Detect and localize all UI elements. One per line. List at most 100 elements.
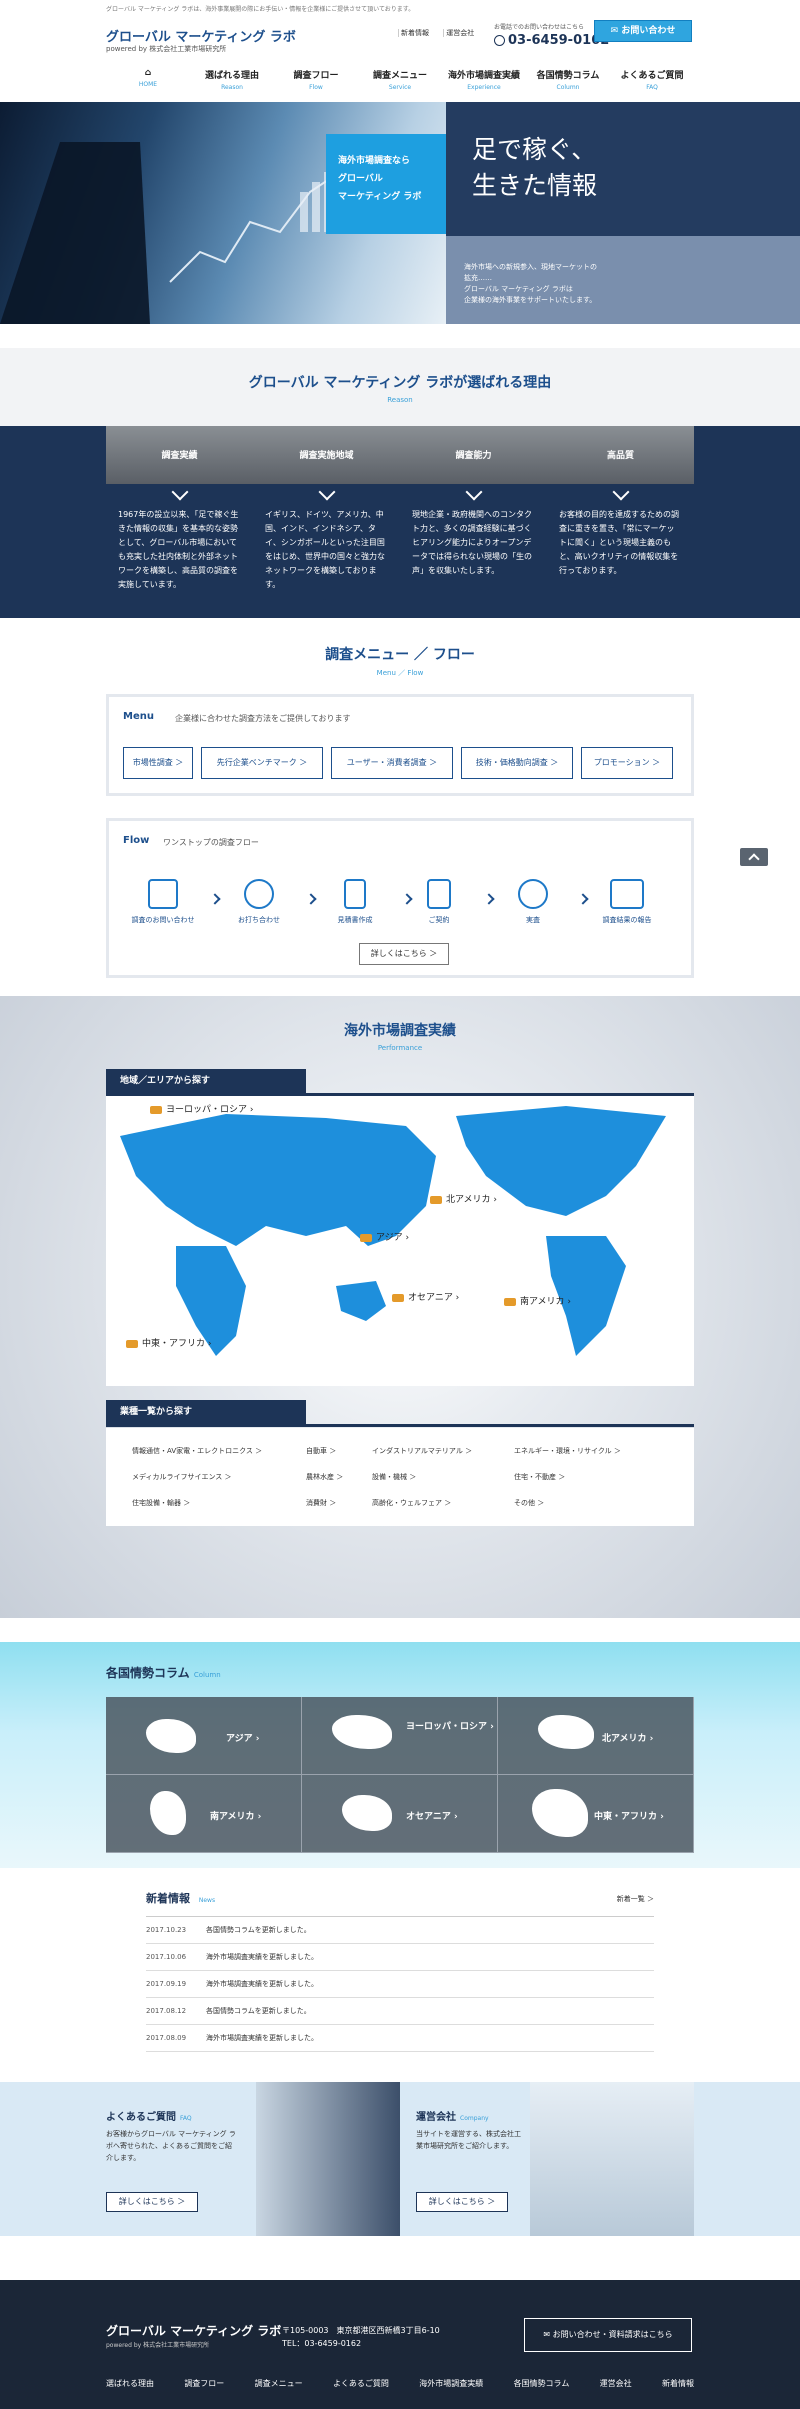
column-cell-asia[interactable]: アジア › xyxy=(106,1697,302,1775)
footer-nav-item[interactable]: よくあるご質問 xyxy=(333,2378,389,2389)
menu-item-promotion[interactable]: プロモーション ＞ xyxy=(581,747,673,779)
industry-item[interactable]: 高齢化・ウェルフェア ＞ xyxy=(372,1498,451,1508)
section-subtitle: Reason xyxy=(387,396,413,404)
menu-item-user[interactable]: ユーザー・消費者調査 ＞ xyxy=(331,747,453,779)
region-north-america[interactable]: 北アメリカ › xyxy=(430,1192,497,1205)
company-title: 運営会社 Company xyxy=(416,2108,489,2123)
news-date: 2017.08.09 xyxy=(146,2034,187,2042)
faq-detail-button[interactable]: 詳しくはこちら ＞ xyxy=(106,2192,198,2212)
nav-reason[interactable]: 選ばれる理由 Reason xyxy=(190,66,274,102)
footer-logo[interactable]: グローバル マーケティング ラボ xyxy=(106,2322,281,2339)
footer-nav-item[interactable]: 選ばれる理由 xyxy=(106,2378,154,2389)
industry-item[interactable]: 情報通信・AV家電・エレクトロニクス ＞ xyxy=(132,1446,262,1456)
nav-home[interactable]: ⌂ HOME xyxy=(106,66,190,102)
news-date: 2017.08.12 xyxy=(146,2007,187,2015)
region-south-america[interactable]: 南アメリカ › xyxy=(504,1294,571,1307)
footer-nav-item[interactable]: 運営会社 xyxy=(600,2378,632,2389)
reason-card: 高品質 お客様の目的を達成するための調査に重きを置き、「常にマーケットに聞く」と… xyxy=(547,426,694,618)
region-oceania[interactable]: オセアニア › xyxy=(392,1290,459,1303)
company-detail-button[interactable]: 詳しくはこちら ＞ xyxy=(416,2192,508,2212)
news-row[interactable]: 2017.10.06 海外市場調査実績を更新しました。 xyxy=(146,1944,654,1971)
industry-item[interactable]: メディカルライフサイエンス ＞ xyxy=(132,1472,232,1482)
news-row[interactable]: 2017.08.09 海外市場調査実績を更新しました。 xyxy=(146,2025,654,2052)
industry-item[interactable]: 設備・機械 ＞ xyxy=(372,1472,416,1482)
reason-card: 調査実績 1967年の設立以来、「足で稼ぐ生きた情報の収集」を基本的な姿勢として… xyxy=(106,426,253,618)
hero-badge-line: グローバル xyxy=(338,174,383,184)
column-cell-label: 南アメリカ › xyxy=(210,1812,262,1822)
news-more-link[interactable]: 新着一覧 ＞ xyxy=(617,1894,654,1904)
contact-button[interactable]: ✉ お問い合わせ xyxy=(594,20,692,42)
footer-logo-sub: powered by 株式会社工業市場研究所 xyxy=(106,2342,210,2349)
tel-note: お電話でのお問い合わせはこちら xyxy=(494,24,585,31)
industry-item[interactable]: 住宅・不動産 ＞ xyxy=(514,1472,565,1482)
reason-card: 調査実施地域 イギリス、ドイツ、アメリカ、中国、インド、インドネシア、タイ、シン… xyxy=(253,426,400,618)
industry-item[interactable]: その他 ＞ xyxy=(514,1498,544,1508)
industry-item[interactable]: 自動車 ＞ xyxy=(306,1446,336,1456)
hero-text-line: グローバル マーケティング ラボは xyxy=(464,285,573,293)
flow-step: 調査のお問い合わせ xyxy=(123,879,203,925)
menu-item-market[interactable]: 市場性調査 ＞ xyxy=(123,747,193,779)
nav-service[interactable]: 調査メニュー Service xyxy=(358,66,442,102)
column-cell-south-america[interactable]: 南アメリカ › xyxy=(106,1775,302,1853)
section-title: 調査メニュー ／ フロー xyxy=(325,647,475,663)
reason-card-head: 調査実施地域 xyxy=(253,426,400,484)
column-cell-middle-east-africa[interactable]: 中東・アフリカ › xyxy=(498,1775,694,1853)
footer-nav-item[interactable]: 海外市場調査実績 xyxy=(419,2378,483,2389)
news-text: 海外市場調査実績を更新しました。 xyxy=(206,1953,318,1961)
industry-item[interactable]: 住宅設備・輸器 ＞ xyxy=(132,1498,190,1508)
nav-experience[interactable]: 海外市場調査実績 Experience xyxy=(442,66,526,102)
flag-icon xyxy=(504,1297,516,1306)
region-label: 北アメリカ › xyxy=(446,1195,498,1205)
column-cell-oceania[interactable]: オセアニア › xyxy=(302,1775,498,1853)
header: グローバル マーケティング ラボ powered by 株式会社工業市場研究所 … xyxy=(0,14,800,102)
footer-nav-item[interactable]: 調査フロー xyxy=(184,2378,224,2389)
nav-column[interactable]: 各国情勢コラム Column xyxy=(526,66,610,102)
footer-nav-item[interactable]: 各国情勢コラム xyxy=(514,2378,570,2389)
industry-item[interactable]: 農林水産 ＞ xyxy=(306,1472,343,1482)
hero-text-line: 拡充…… xyxy=(464,274,492,282)
header-link-news[interactable]: 新着情報 xyxy=(398,29,429,37)
menu-item-tech-price[interactable]: 技術・価格動向調査 ＞ xyxy=(461,747,573,779)
section-subtitle: Column xyxy=(193,1671,221,1679)
nav-label: 海外市場調査実績 xyxy=(447,71,520,81)
news-row[interactable]: 2017.09.19 海外市場調査実績を更新しました。 xyxy=(146,1971,654,1998)
nav-label: 選ばれる理由 xyxy=(204,71,259,81)
industry-item[interactable]: エネルギー・環境・リサイクル ＞ xyxy=(514,1446,621,1456)
industry-item[interactable]: インダストリアルマテリアル ＞ xyxy=(372,1446,472,1456)
section-subtitle: Performance xyxy=(377,1044,423,1052)
header-link-company[interactable]: 運営会社 xyxy=(443,29,475,37)
column-cell-europe-russia[interactable]: ヨーロッパ・ロシア › xyxy=(302,1697,498,1775)
footer-nav-item[interactable]: 新着情報 xyxy=(662,2378,694,2389)
column-cell-label: 北アメリカ › xyxy=(602,1734,654,1744)
footer-nav-item[interactable]: 調査メニュー xyxy=(255,2378,303,2389)
map-shape-icon xyxy=(532,1789,588,1837)
flow-step: 見積書作成 xyxy=(315,879,395,925)
scroll-top-button[interactable] xyxy=(740,848,768,866)
industry-list: 情報通信・AV家電・エレクトロニクス ＞ 自動車 ＞ インダストリアルマテリアル… xyxy=(106,1428,694,1526)
mail-icon xyxy=(148,879,178,909)
region-europe-russia[interactable]: ヨーロッパ・ロシア › xyxy=(150,1102,253,1115)
region-middle-east-africa[interactable]: 中東・アフリカ › xyxy=(126,1336,211,1349)
nav-label: 調査フロー xyxy=(293,71,339,81)
industry-item[interactable]: 消費財 ＞ xyxy=(306,1498,336,1508)
document-icon xyxy=(344,879,366,909)
flow-label: Flow xyxy=(123,835,150,846)
news-row[interactable]: 2017.10.23 各国情勢コラムを更新しました。 xyxy=(146,1917,654,1944)
company-desc: 当サイトを運営する、株式会社工業市場研究所をご紹介します。 xyxy=(416,2130,521,2150)
faq-title-text: よくあるご質問 xyxy=(106,2112,176,2123)
region-asia[interactable]: アジア › xyxy=(360,1230,409,1243)
flow-step-label: 調査のお問い合わせ xyxy=(131,916,195,924)
flag-icon xyxy=(150,1105,162,1114)
column-cell-north-america[interactable]: 北アメリカ › xyxy=(498,1697,694,1775)
news-text: 海外市場調査実績を更新しました。 xyxy=(206,2034,318,2042)
site-logo[interactable]: グローバル マーケティング ラボ xyxy=(106,26,296,45)
nav-faq[interactable]: よくあるご質問 FAQ xyxy=(610,66,694,102)
map-shape-icon xyxy=(150,1791,186,1835)
company-panel: 運営会社 Company 当サイトを運営する、株式会社工業市場研究所をご紹介します… xyxy=(416,2082,710,2236)
world-map: ヨーロッパ・ロシア › 北アメリカ › アジア › オセアニア › 南アメリカ … xyxy=(106,1096,694,1386)
menu-item-benchmark[interactable]: 先行企業ベンチマーク ＞ xyxy=(201,747,323,779)
footer-contact-button[interactable]: ✉ お問い合わせ・資料請求はこちら xyxy=(524,2318,692,2352)
nav-flow[interactable]: 調査フロー Flow xyxy=(274,66,358,102)
news-row[interactable]: 2017.08.12 各国情勢コラムを更新しました。 xyxy=(146,1998,654,2025)
flow-detail-button[interactable]: 詳しくはこちら ＞ xyxy=(359,943,449,965)
